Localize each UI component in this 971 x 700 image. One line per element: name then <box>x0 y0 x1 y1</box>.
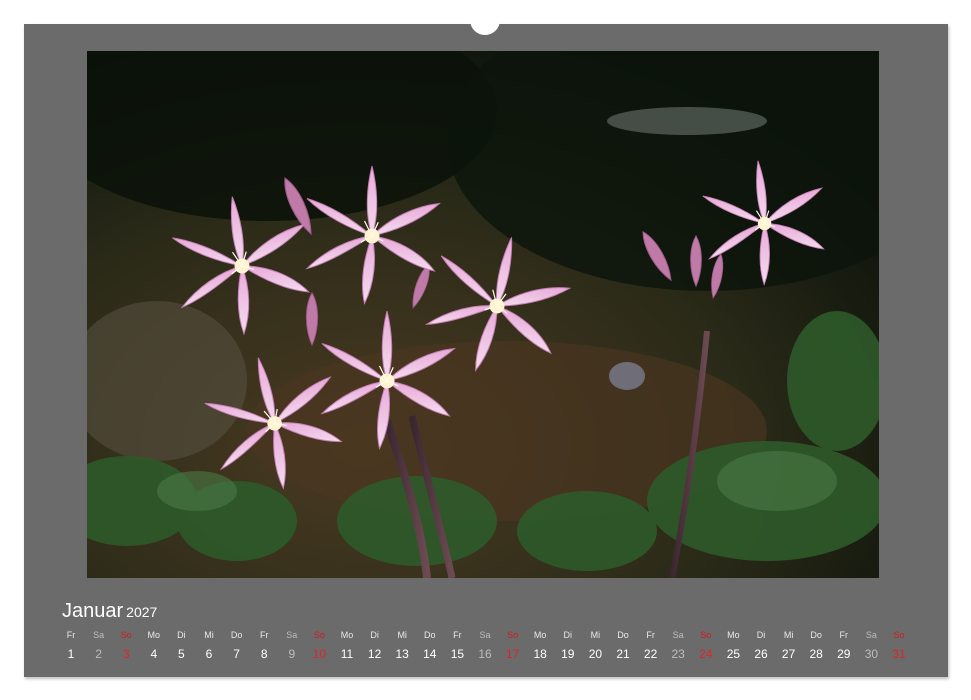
day-number: 8 <box>260 647 268 661</box>
weekday-label: Di <box>563 630 573 640</box>
weekday-label: Mo <box>533 630 547 640</box>
day-number: 26 <box>754 647 768 661</box>
day-number: 30 <box>864 647 879 661</box>
day-number: 22 <box>643 647 658 661</box>
day-number: 18 <box>533 647 547 661</box>
weekday-label: Di <box>177 630 186 640</box>
month-title: Januar 2027 <box>62 600 157 623</box>
weekday-row: Fr Sa So Mo Di Mi Do Fr Sa So Mo Di Mi Do Fr Sa So Mo Di Mi… <box>0 630 971 646</box>
weekday-label: Sa <box>672 630 684 640</box>
weekday-label: Mi <box>397 630 407 640</box>
year-label: 2027 <box>126 604 158 620</box>
weekday-label: Sa <box>479 630 491 640</box>
weekday-label: Sa <box>865 630 877 640</box>
weekday-label: Fr <box>453 630 462 640</box>
day-number: 28 <box>809 647 823 661</box>
day-number: 31 <box>892 647 906 661</box>
weekday-label: Mo <box>727 630 740 640</box>
weekday-label: So <box>120 630 132 640</box>
weekday-label: So <box>700 630 712 640</box>
day-number: 25 <box>726 647 741 661</box>
day-number: 9 <box>288 647 296 661</box>
day-number: 6 <box>205 647 213 661</box>
day-number: 20 <box>588 647 603 661</box>
day-number: 2 <box>95 647 102 661</box>
day-number: 4 <box>150 647 158 661</box>
weekday-label: Mo <box>147 630 161 640</box>
day-number: 13 <box>395 647 409 661</box>
day-number: 7 <box>233 647 240 661</box>
weekday-label: So <box>507 630 519 640</box>
day-number: 3 <box>122 647 130 661</box>
weekday-label: Mo <box>340 630 354 640</box>
weekday-label: Mi <box>590 630 601 640</box>
day-number: 12 <box>367 647 382 661</box>
day-number: 24 <box>699 647 713 661</box>
day-number: 29 <box>837 647 851 661</box>
weekday-label: Fr <box>66 630 76 640</box>
weekday-label: Mi <box>783 630 794 640</box>
weekday-label: Do <box>810 630 822 640</box>
day-number: 19 <box>561 647 575 661</box>
weekday-label: Sa <box>286 630 298 640</box>
day-number: 14 <box>423 647 437 661</box>
weekday-label: Fr <box>646 630 655 640</box>
day-number: 11 <box>340 647 354 661</box>
weekday-label: Di <box>756 630 766 640</box>
weekday-label: Di <box>370 630 379 640</box>
weekday-label: Fr <box>839 630 849 640</box>
weekday-label: So <box>313 630 325 640</box>
weekday-label: Do <box>230 630 243 640</box>
weekday-label: Do <box>617 630 629 640</box>
day-number: 27 <box>781 647 796 661</box>
weekday-label: Fr <box>259 630 269 640</box>
day-number: 23 <box>671 647 685 661</box>
day-number: 15 <box>450 647 465 661</box>
day-number: 16 <box>478 647 492 661</box>
weekday-label: So <box>893 630 905 640</box>
weekday-label: Do <box>424 630 436 640</box>
calendar-photo <box>87 51 879 578</box>
day-number: 21 <box>616 647 630 661</box>
day-number-row: 1 2 3 4 5 6 7 8 9 10 11 12 13 14 15 16 17 18 19 20 21 22 23 24 2… <box>0 647 971 663</box>
month-name: Januar <box>62 600 124 622</box>
day-number: 1 <box>67 647 75 661</box>
day-number: 10 <box>312 647 327 661</box>
day-number: 17 <box>505 647 520 661</box>
weekday-label: Mi <box>204 630 214 640</box>
weekday-label: Sa <box>93 630 105 640</box>
day-number: 5 <box>178 647 185 661</box>
